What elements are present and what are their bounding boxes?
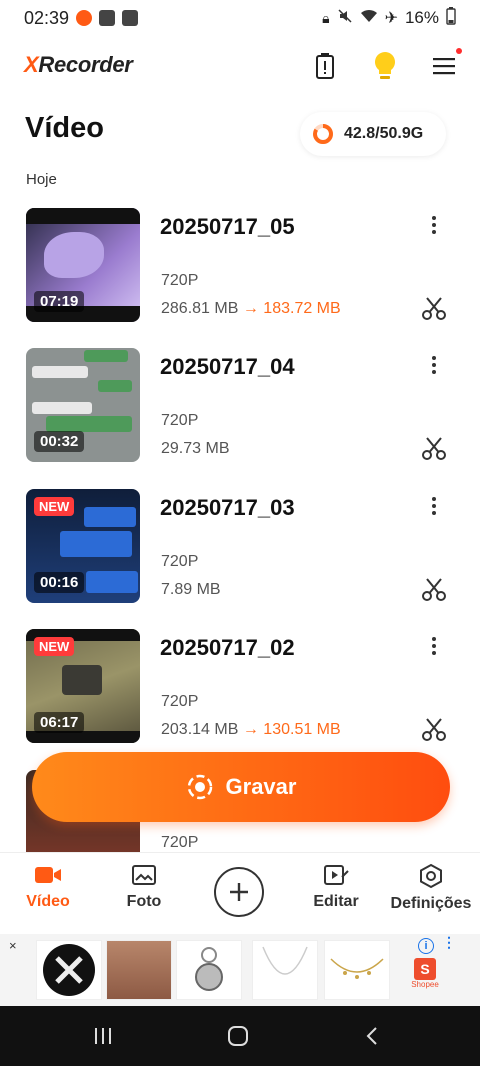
ad-product[interactable] (176, 940, 242, 1000)
video-resolution: 720P (161, 553, 199, 570)
product-image (262, 946, 308, 975)
recents-icon[interactable] (92, 1026, 114, 1046)
home-icon[interactable] (226, 1025, 250, 1047)
check-notification-icon (99, 10, 116, 26)
more-options-button[interactable] (424, 352, 444, 378)
ad-product[interactable] (106, 940, 172, 1000)
tab-photo[interactable]: Foto (99, 863, 189, 911)
voicemail-notification-icon (122, 10, 139, 26)
video-item[interactable]: 00:32 20250717_04 720P 29.73 MB (0, 348, 480, 464)
more-options-button[interactable] (424, 212, 444, 238)
scissors-icon[interactable] (420, 294, 448, 322)
back-icon[interactable] (362, 1025, 382, 1047)
video-thumbnail[interactable]: 00:32 (26, 348, 140, 462)
new-badge: NEW (34, 637, 75, 656)
section-label-today: Hoje (26, 171, 57, 188)
status-left: 02:39 (24, 7, 139, 29)
app-logo: XRecorder (24, 52, 133, 77)
lock-icon: 🔒︎ (322, 9, 330, 26)
video-camera-icon (35, 867, 61, 883)
shopee-logo: S Shopee (408, 958, 442, 996)
notification-dot (456, 48, 462, 54)
more-options-button[interactable] (424, 633, 444, 659)
page-title: Vídeo (25, 112, 104, 144)
scissors-icon[interactable] (420, 434, 448, 462)
ad-product[interactable] (36, 940, 102, 1000)
ad-product[interactable] (324, 940, 390, 1000)
photo-icon (132, 865, 156, 885)
storage-text: 42.8/50.9G (344, 125, 424, 142)
video-title: 20250717_04 (160, 354, 295, 379)
app-header: XRecorder (0, 42, 480, 90)
video-thumbnail[interactable]: 07:19 (26, 208, 140, 322)
battery-alert-icon (316, 53, 334, 79)
edit-video-icon (324, 865, 349, 885)
ad-product[interactable] (252, 940, 318, 1000)
add-button[interactable] (214, 867, 264, 917)
product-image (195, 947, 223, 991)
record-button[interactable]: Gravar (32, 752, 450, 822)
mute-icon (337, 8, 353, 29)
video-size: 29.73 MB (161, 440, 230, 457)
record-icon (187, 774, 212, 800)
status-time: 02:39 (24, 7, 70, 28)
tab-settings[interactable]: Definições (386, 863, 476, 913)
video-thumbnail[interactable]: NEW 00:16 (26, 489, 140, 603)
video-title: 20250717_05 (160, 214, 295, 239)
status-right: 🔒︎ ✈ 16% (322, 6, 456, 30)
tab-video[interactable]: Vídeo (3, 863, 93, 911)
record-label: Gravar (225, 774, 297, 799)
battery-saver-button[interactable] (307, 48, 343, 84)
video-resolution: 720P (161, 834, 199, 851)
airplane-icon: ✈ (384, 10, 398, 27)
plus-icon (230, 883, 248, 901)
video-item[interactable]: NEW 06:17 20250717_02 720P 203.14 MB → 1… (0, 629, 480, 745)
video-duration: 00:32 (34, 431, 85, 452)
video-item[interactable]: 07:19 20250717_05 720P 286.81 MB → 183.7… (0, 208, 480, 324)
new-badge: NEW (34, 497, 75, 516)
video-size: 286.81 MB → 183.72 MB (161, 300, 341, 317)
storage-ring-icon (313, 124, 333, 144)
video-size: 203.14 MB → 130.51 MB (161, 721, 341, 738)
video-duration: 00:16 (34, 572, 85, 593)
battery-percent: 16% (404, 8, 439, 27)
ad-info-icon[interactable]: i (418, 938, 434, 954)
video-duration: 07:19 (34, 291, 85, 312)
video-resolution: 720P (161, 272, 199, 289)
settings-hexagon-icon (420, 863, 442, 889)
video-size: 7.89 MB (161, 581, 221, 598)
ad-more-icon[interactable]: ⋮ (442, 935, 456, 949)
lightbulb-icon (375, 52, 395, 79)
storage-indicator[interactable]: 42.8/50.9G (300, 112, 446, 156)
video-item[interactable]: NEW 00:16 20250717_03 720P 7.89 MB (0, 489, 480, 605)
status-bar: 02:39 🔒︎ ✈ 16% (0, 0, 480, 36)
video-resolution: 720P (161, 412, 199, 429)
more-options-button[interactable] (424, 493, 444, 519)
battery-icon (446, 6, 456, 30)
video-title: 20250717_03 (160, 495, 295, 520)
ad-close-button[interactable]: × (9, 938, 17, 953)
product-image (330, 958, 384, 979)
video-thumbnail[interactable]: NEW 06:17 (26, 629, 140, 743)
video-title: 20250717_02 (160, 635, 295, 660)
menu-icon (433, 58, 455, 75)
tab-edit[interactable]: Editar (291, 863, 381, 911)
scissors-icon[interactable] (420, 575, 448, 603)
scissors-icon[interactable] (420, 715, 448, 743)
shopee-bag-icon: S (414, 958, 436, 980)
recorder-notification-icon (76, 10, 93, 26)
bottom-nav: Vídeo Foto Editar Definições (0, 852, 480, 933)
video-resolution: 720P (161, 693, 199, 710)
tips-button[interactable] (367, 48, 403, 84)
menu-button[interactable] (426, 48, 462, 84)
ad-banner[interactable]: × i ⋮ S Shopee (0, 934, 480, 1006)
wifi-icon (360, 8, 378, 29)
product-image (43, 944, 95, 996)
system-nav-bar (0, 1006, 480, 1066)
video-duration: 06:17 (34, 712, 85, 733)
